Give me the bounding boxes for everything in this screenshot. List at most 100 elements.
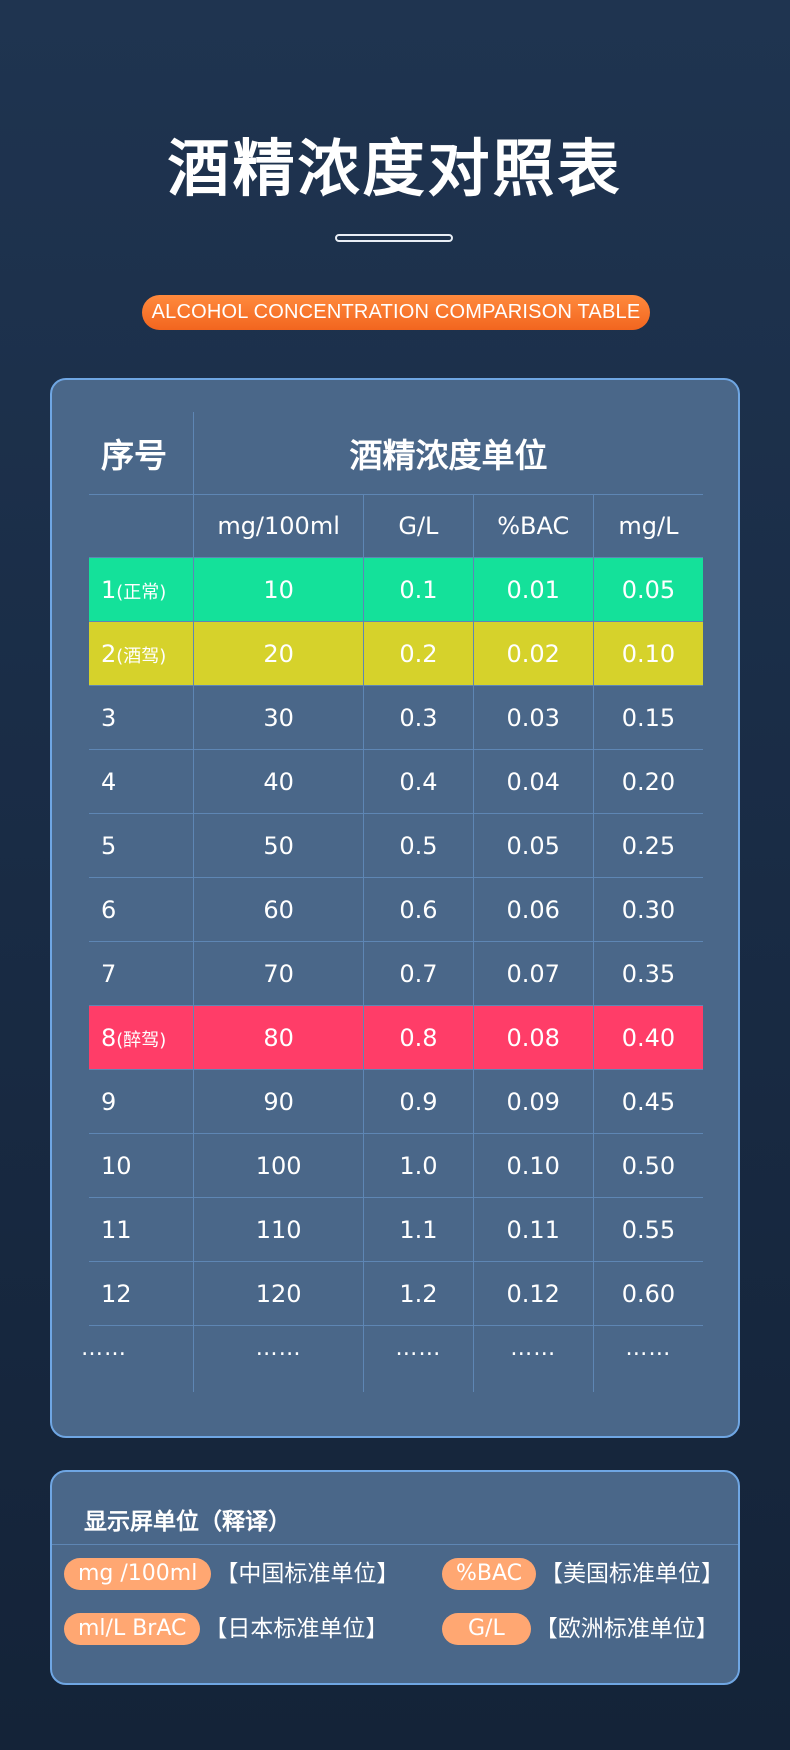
cell-bac: 0.01 bbox=[472, 557, 594, 622]
row-number: 10 bbox=[101, 1151, 132, 1180]
ellipsis-row: ………………………… bbox=[81, 1325, 703, 1392]
title-underline bbox=[335, 234, 453, 242]
ellipsis-cell: …… bbox=[192, 1325, 364, 1392]
row-index-cell: 8(醉驾) bbox=[89, 1005, 194, 1070]
row-index-cell: 10 bbox=[89, 1133, 194, 1198]
unit-description: 【美国标准单位】 bbox=[540, 1561, 725, 1587]
cell-mg100ml: 40 bbox=[192, 749, 364, 814]
row-number: 6 bbox=[101, 895, 117, 924]
cell-mgl: 0.60 bbox=[592, 1261, 703, 1326]
cell-bac: 0.07 bbox=[472, 941, 594, 1006]
cell-mgl: 0.25 bbox=[592, 813, 703, 878]
cell-mg100ml: 70 bbox=[192, 941, 364, 1006]
cell-bac: 0.05 bbox=[472, 813, 594, 878]
cell-mg100ml: 30 bbox=[192, 685, 364, 750]
row-status-tag: (醉驾) bbox=[116, 1029, 167, 1051]
table-row: 6 60 0.6 0.06 0.30 bbox=[89, 877, 703, 942]
table-row: 1(正常) 10 0.1 0.01 0.05 bbox=[89, 557, 703, 622]
table-row: 8(醉驾) 80 0.8 0.08 0.40 bbox=[89, 1005, 703, 1070]
row-status-tag: (正常) bbox=[116, 581, 167, 603]
unit-description: 【日本标准单位】 bbox=[204, 1616, 389, 1642]
cell-mg100ml: 90 bbox=[192, 1069, 364, 1134]
row-number: 1 bbox=[101, 575, 117, 604]
column-header-mgl: mg/L bbox=[592, 494, 703, 558]
row-index-cell: 12 bbox=[89, 1261, 194, 1326]
cell-mgl: 0.40 bbox=[592, 1005, 703, 1070]
cell-gl: 0.2 bbox=[363, 621, 474, 686]
cell-gl: 1.1 bbox=[363, 1197, 474, 1262]
units-legend-title: 显示屏单位（释译） bbox=[84, 1509, 291, 1535]
cell-mg100ml: 120 bbox=[192, 1261, 364, 1326]
row-index-cell: 3 bbox=[89, 685, 194, 750]
table-row: 3 30 0.3 0.03 0.15 bbox=[89, 685, 703, 750]
cell-mgl: 0.10 bbox=[592, 621, 703, 686]
row-index-cell: 6 bbox=[89, 877, 194, 942]
cell-gl: 0.9 bbox=[363, 1069, 474, 1134]
cell-mgl: 0.15 bbox=[592, 685, 703, 750]
unit-item-europe: G/L 【欧洲标准单位】 bbox=[442, 1613, 719, 1645]
table-row: 10 100 1.0 0.10 0.50 bbox=[89, 1133, 703, 1198]
row-number: 2 bbox=[101, 639, 117, 668]
row-number: 5 bbox=[101, 831, 117, 860]
cell-gl: 0.7 bbox=[363, 941, 474, 1006]
cell-gl: 0.6 bbox=[363, 877, 474, 942]
cell-mgl: 0.50 bbox=[592, 1133, 703, 1198]
cell-gl: 0.8 bbox=[363, 1005, 474, 1070]
units-legend-card: 显示屏单位（释译） mg /100ml 【中国标准单位】 %BAC 【美国标准单位】… bbox=[50, 1470, 740, 1685]
table-row: 7 70 0.7 0.07 0.35 bbox=[89, 941, 703, 1006]
cell-mg100ml: 100 bbox=[192, 1133, 364, 1198]
cell-mg100ml: 10 bbox=[192, 557, 364, 622]
concentration-table: 序号 酒精浓度单位 mg/100ml G/L %BAC mg/L 1(正常) 10… bbox=[81, 412, 703, 1392]
row-index-cell: 9 bbox=[89, 1069, 194, 1134]
table-row: 2(酒驾) 20 0.2 0.02 0.10 bbox=[89, 621, 703, 686]
cell-mgl: 0.45 bbox=[592, 1069, 703, 1134]
row-index-cell: 7 bbox=[89, 941, 194, 1006]
row-number: 8 bbox=[101, 1023, 117, 1052]
cell-bac: 0.03 bbox=[472, 685, 594, 750]
unit-chip: G/L bbox=[442, 1613, 531, 1645]
cell-mg100ml: 50 bbox=[192, 813, 364, 878]
table-row: 11 110 1.1 0.11 0.55 bbox=[89, 1197, 703, 1262]
cell-gl: 0.3 bbox=[363, 685, 474, 750]
row-status-tag: (酒驾) bbox=[116, 645, 167, 667]
unit-chip: %BAC bbox=[442, 1558, 537, 1590]
table-row: 5 50 0.5 0.05 0.25 bbox=[89, 813, 703, 878]
cell-gl: 0.4 bbox=[363, 749, 474, 814]
table-subheader-row: mg/100ml G/L %BAC mg/L bbox=[89, 494, 703, 558]
unit-description: 【欧洲标准单位】 bbox=[534, 1616, 719, 1642]
ellipsis-cell: …… bbox=[592, 1325, 703, 1392]
cell-bac: 0.04 bbox=[472, 749, 594, 814]
table-header-row: 序号 酒精浓度单位 bbox=[89, 412, 703, 495]
unit-item-china: mg /100ml 【中国标准单位】 bbox=[64, 1558, 399, 1590]
cell-mg100ml: 60 bbox=[192, 877, 364, 942]
cell-mgl: 0.30 bbox=[592, 877, 703, 942]
row-index-cell: 4 bbox=[89, 749, 194, 814]
page-title: 酒精浓度对照表 bbox=[167, 132, 623, 205]
cell-gl: 1.2 bbox=[363, 1261, 474, 1326]
cell-mgl: 0.20 bbox=[592, 749, 703, 814]
unit-item-usa: %BAC 【美国标准单位】 bbox=[442, 1558, 724, 1590]
column-header-mg100ml: mg/100ml bbox=[192, 494, 364, 558]
cell-mg100ml: 20 bbox=[192, 621, 364, 686]
index-header: 序号 bbox=[89, 412, 194, 495]
column-header-gl: G/L bbox=[363, 494, 474, 558]
row-number: 7 bbox=[101, 959, 117, 988]
cell-bac: 0.11 bbox=[472, 1197, 594, 1262]
units-divider bbox=[52, 1544, 738, 1545]
column-header-empty bbox=[89, 494, 194, 558]
row-index-cell: 5 bbox=[89, 813, 194, 878]
cell-mgl: 0.35 bbox=[592, 941, 703, 1006]
cell-bac: 0.08 bbox=[472, 1005, 594, 1070]
cell-mgl: 0.55 bbox=[592, 1197, 703, 1262]
cell-gl: 0.5 bbox=[363, 813, 474, 878]
column-header-bac: %BAC bbox=[472, 494, 594, 558]
cell-bac: 0.06 bbox=[472, 877, 594, 942]
cell-mg100ml: 80 bbox=[192, 1005, 364, 1070]
units-header: 酒精浓度单位 bbox=[192, 412, 703, 495]
cell-bac: 0.02 bbox=[472, 621, 594, 686]
row-number: 11 bbox=[101, 1215, 132, 1244]
ellipsis-cell: …… bbox=[81, 1336, 127, 1361]
row-index-cell: 2(酒驾) bbox=[89, 621, 194, 686]
unit-item-japan: ml/L BrAC 【日本标准单位】 bbox=[64, 1613, 388, 1645]
row-number: 4 bbox=[101, 767, 117, 796]
